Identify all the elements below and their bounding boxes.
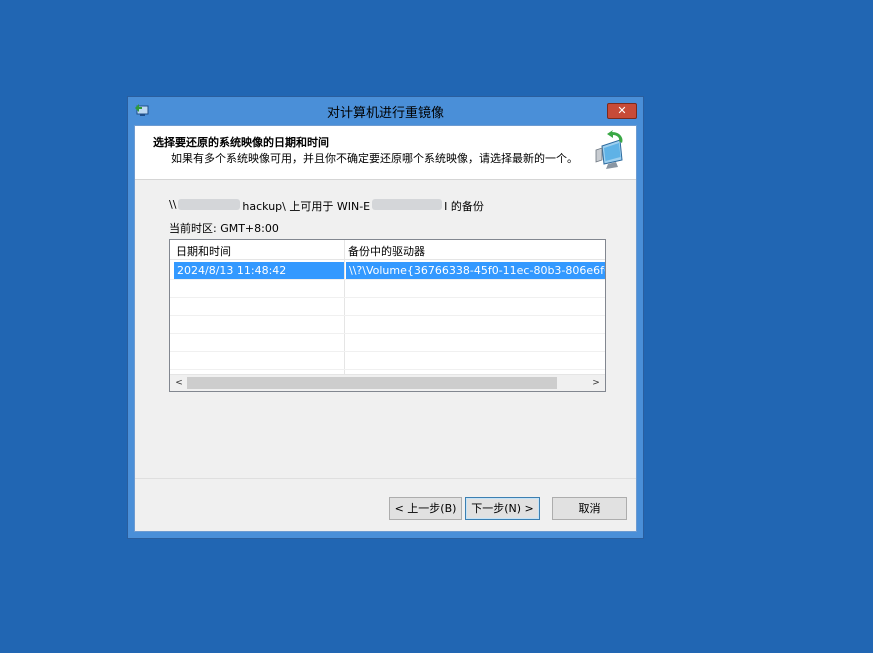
horizontal-scrollbar[interactable]: < > <box>170 374 605 391</box>
row-gridline <box>170 279 605 280</box>
row-gridline <box>170 333 605 334</box>
cancel-button[interactable]: 取消 <box>552 497 627 520</box>
title-bar[interactable]: 对计算机进行重镜像 ✕ <box>128 97 643 125</box>
column-drives[interactable]: 备份中的驱动器 <box>348 243 425 259</box>
next-button[interactable]: 下一步(N) > <box>465 497 540 520</box>
row-gridline <box>170 351 605 352</box>
table-row[interactable]: 2024/8/13 11:48:42 \\?\Volume{36766338-4… <box>174 262 605 279</box>
location-suffix: I 的备份 <box>444 200 484 213</box>
header-separator <box>135 179 636 180</box>
row-drives: \\?\Volume{36766338-45f0-11ec-80b3-806e6… <box>346 262 605 279</box>
row-gridline <box>170 369 605 370</box>
restore-monitor-icon <box>595 130 623 169</box>
footer-separator <box>135 478 636 479</box>
list-header: 日期和时间 备份中的驱动器 <box>170 240 605 260</box>
row-gridline <box>170 315 605 316</box>
row-datetime: 2024/8/13 11:48:42 <box>174 262 344 279</box>
column-divider <box>344 240 345 374</box>
backup-list[interactable]: 日期和时间 备份中的驱动器 2024/8/13 11:48:42 \\?\Vol… <box>169 239 606 392</box>
window-title: 对计算机进行重镜像 <box>326 106 444 121</box>
header-title: 选择要还原的系统映像的日期和时间 <box>153 136 329 149</box>
redacted-server <box>178 199 241 210</box>
close-icon: ✕ <box>617 104 627 117</box>
dialog-body: 选择要还原的系统映像的日期和时间 如果有多个系统映像可用，并且你不确定要还原哪个… <box>134 125 637 532</box>
wizard-header: 选择要还原的系统映像的日期和时间 如果有多个系统映像可用，并且你不确定要还原哪个… <box>135 126 636 179</box>
location-path: hackup\ 上可用于 WIN-E <box>242 200 371 213</box>
header-description: 如果有多个系统映像可用，并且你不确定要还原哪个系统映像，请选择最新的一个。 <box>171 152 578 165</box>
location-prefix: \\ <box>169 198 177 211</box>
scroll-left-icon[interactable]: < <box>172 376 186 390</box>
reimage-dialog: 对计算机进行重镜像 ✕ 选择要还原的系统映像的日期和时间 如果有多个系统映像可用… <box>127 96 644 539</box>
redacted-computer <box>372 199 443 210</box>
back-button[interactable]: < 上一步(B) <box>389 497 462 520</box>
timezone-label: 当前时区: GMT+8:00 <box>169 222 279 235</box>
scroll-right-icon[interactable]: > <box>589 376 603 390</box>
row-gridline <box>170 297 605 298</box>
backup-location: \\ hackup\ 上可用于 WIN-E I 的备份 <box>169 198 484 213</box>
close-button[interactable]: ✕ <box>607 103 637 119</box>
scroll-thumb[interactable] <box>187 377 557 389</box>
column-datetime[interactable]: 日期和时间 <box>176 243 231 259</box>
